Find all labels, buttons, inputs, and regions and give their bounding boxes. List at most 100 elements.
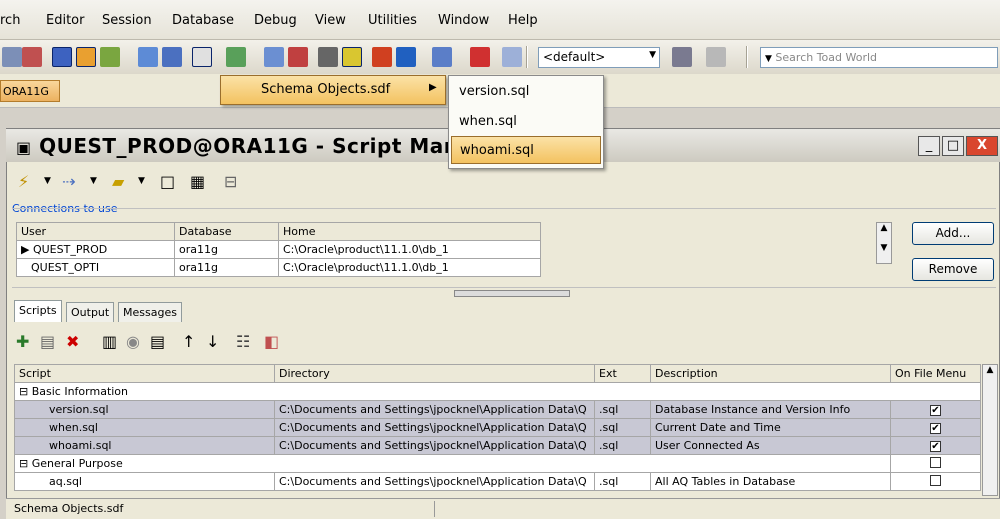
move-up-icon[interactable]: ↑	[182, 332, 195, 351]
schema-select[interactable]: <default> ▼	[538, 47, 660, 68]
script-description: All AQ Tables in Database	[650, 472, 891, 491]
stopwatch-icon[interactable]	[318, 47, 338, 67]
toolbar-icon[interactable]	[162, 47, 182, 67]
toolbar-icon[interactable]	[396, 47, 416, 67]
toolbar-icon[interactable]	[502, 47, 522, 67]
toolbar-icon[interactable]	[76, 47, 96, 67]
menu-session[interactable]: Session	[102, 13, 152, 28]
script-name-text: whoami.sql	[49, 439, 112, 452]
add-connection-button[interactable]: Add...	[912, 222, 994, 245]
toolbar-icon[interactable]	[2, 47, 22, 67]
save-icon[interactable]: ▦	[190, 172, 205, 191]
schema-scripts-icon[interactable]	[192, 47, 212, 67]
column-header-directory[interactable]: Directory	[274, 364, 595, 383]
toolbar-icon[interactable]	[470, 47, 490, 67]
delete-icon[interactable]: ✖	[66, 332, 79, 351]
open-folder-icon[interactable]: ▰	[112, 172, 124, 191]
toolbar-icon[interactable]	[52, 47, 72, 67]
script-ext: .sql	[594, 418, 651, 437]
tab-messages[interactable]: Messages	[118, 302, 182, 322]
connection-database: ora11g	[174, 258, 279, 277]
scripts-scrollbar[interactable]: ▲	[982, 364, 998, 496]
on-file-menu-checkbox[interactable]	[930, 474, 941, 486]
column-header-user[interactable]: User	[16, 222, 175, 241]
menu-help[interactable]: Help	[508, 13, 538, 28]
table-row[interactable]: ▶ QUEST_PROD ora11g C:\Oracle\product\11…	[16, 240, 541, 259]
toolbar-icon[interactable]	[22, 47, 42, 67]
on-file-menu-checkbox[interactable]: ✔	[930, 405, 941, 416]
group-row[interactable]: ⊟ Basic Information	[14, 382, 981, 401]
table-row[interactable]: QUEST_OPTI ora11g C:\Oracle\product\11.1…	[16, 258, 541, 277]
script-directory: C:\Documents and Settings\jpocknel\Appli…	[274, 436, 595, 455]
tab-scripts[interactable]: Scripts	[14, 300, 62, 322]
toolbar-icon[interactable]	[100, 47, 120, 67]
column-header-home[interactable]: Home	[278, 222, 541, 241]
group-name: Basic Information	[31, 385, 129, 398]
remove-connection-button[interactable]: Remove	[912, 258, 994, 281]
tab-output[interactable]: Output	[66, 302, 115, 322]
copy-icon[interactable]: ▥	[102, 332, 117, 351]
splitter-handle[interactable]	[454, 290, 570, 297]
chevron-down-icon[interactable]: ▼	[765, 54, 772, 64]
on-file-menu-checkbox[interactable]: ✔	[930, 423, 941, 434]
table-row[interactable]: when.sql C:\Documents and Settings\jpock…	[14, 418, 981, 437]
schema-objects-menu-item[interactable]: Schema Objects.sdf ▶	[220, 75, 446, 105]
print-icon[interactable]: ▤	[150, 332, 165, 351]
lightning-icon[interactable]: ⚡	[18, 172, 29, 191]
menu-database[interactable]: Database	[172, 13, 234, 28]
add-script-icon[interactable]: ✚	[16, 332, 29, 351]
edit-script-icon[interactable]: ▤	[40, 332, 55, 351]
table-row[interactable]: aq.sql C:\Documents and Settings\jpockne…	[14, 472, 981, 491]
toolbar-icon[interactable]	[264, 47, 284, 67]
column-header-on-file-menu[interactable]: On File Menu	[890, 364, 981, 383]
toolbar-icon[interactable]	[372, 47, 392, 67]
toolbar-icon[interactable]: ⊟	[224, 172, 237, 191]
toolbar-icon[interactable]: ◉	[126, 332, 140, 351]
toolbar-icon[interactable]	[288, 47, 308, 67]
column-header-script[interactable]: Script	[14, 364, 275, 383]
move-down-icon[interactable]: ↓	[206, 332, 219, 351]
column-header-database[interactable]: Database	[174, 222, 279, 241]
submenu-item-whoami[interactable]: whoami.sql	[451, 136, 601, 164]
submenu-item-when[interactable]: when.sql	[451, 108, 601, 136]
on-file-menu-checkbox[interactable]: ✔	[930, 441, 941, 452]
column-header-ext[interactable]: Ext	[594, 364, 651, 383]
column-header-description[interactable]: Description	[650, 364, 891, 383]
toolbar-icon[interactable]	[226, 47, 246, 67]
toolbar-icon[interactable]	[342, 47, 362, 67]
table-row[interactable]: version.sql C:\Documents and Settings\jp…	[14, 400, 981, 419]
menu-bar: rch Editor Session Database Debug View U…	[0, 0, 1000, 40]
menu-view[interactable]: View	[315, 13, 346, 28]
toolbar-icon[interactable]	[432, 47, 452, 67]
schema-objects-label: Schema Objects.sdf	[261, 82, 391, 97]
menu-editor[interactable]: Editor	[46, 13, 84, 28]
window-toolbar: ⚡ ▼ ⇢ ▼ ▰ ▼ □ ▦ ⊟	[14, 168, 344, 196]
toolbar-icon[interactable]: ◧	[264, 332, 279, 351]
menu-search[interactable]: rch	[0, 13, 20, 28]
close-button[interactable]: X	[966, 136, 998, 156]
chevron-down-icon[interactable]: ▼	[90, 176, 97, 186]
chevron-down-icon[interactable]: ▼	[44, 176, 51, 186]
toolbar-icon[interactable]	[672, 47, 692, 67]
toolbar-icon[interactable]: ⇢	[62, 172, 75, 191]
menu-debug[interactable]: Debug	[254, 13, 297, 28]
main-toolbar: <default> ▼ ▼ Search Toad World	[0, 40, 1000, 74]
menu-utilities[interactable]: Utilities	[368, 13, 417, 28]
maximize-button[interactable]: □	[942, 136, 964, 156]
group-row[interactable]: ⊟ General Purpose	[14, 454, 981, 473]
on-file-menu-checkbox[interactable]	[930, 456, 941, 468]
toolbar-icon[interactable]: ☷	[236, 332, 250, 351]
chevron-down-icon[interactable]: ▼	[138, 176, 145, 186]
minimize-button[interactable]: _	[918, 136, 940, 156]
window-title: QUEST_PROD@ORA11G - Script Manage	[39, 134, 502, 158]
table-row[interactable]: whoami.sql C:\Documents and Settings\jpo…	[14, 436, 981, 455]
search-input[interactable]: ▼ Search Toad World	[760, 47, 998, 68]
menu-window[interactable]: Window	[438, 13, 489, 28]
toolbar-icon[interactable]	[138, 47, 158, 67]
toolbar-icon[interactable]	[706, 47, 726, 67]
submenu-item-version[interactable]: version.sql	[451, 78, 601, 106]
connections-scrollbar[interactable]: ▲ ▼	[876, 222, 892, 264]
connection-tab[interactable]: ORA11G	[0, 80, 60, 102]
chevron-down-icon[interactable]: ▼	[649, 50, 656, 60]
new-file-icon[interactable]: □	[160, 172, 175, 191]
